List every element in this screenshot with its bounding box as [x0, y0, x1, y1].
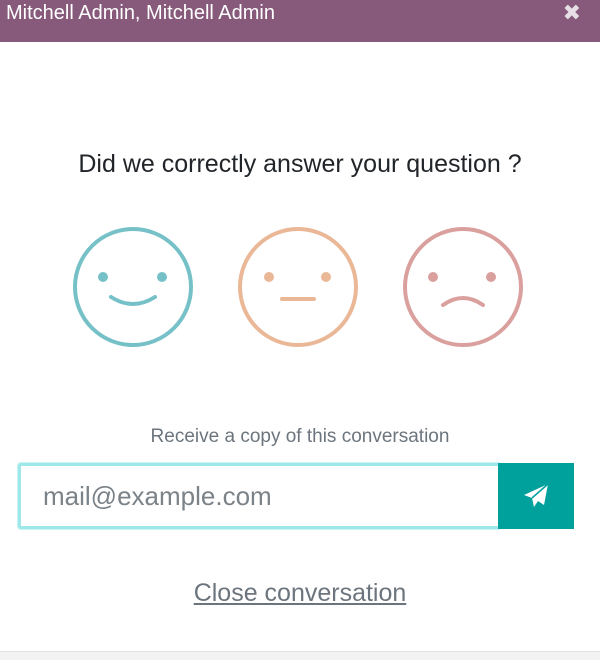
send-transcript-button[interactable]	[498, 463, 574, 529]
paper-plane-icon	[524, 483, 549, 507]
close-conversation-link[interactable]: Close conversation	[0, 579, 600, 608]
rating-question: Did we correctly answer your question ?	[78, 150, 522, 178]
chat-window-title: Mitchell Admin, Mitchell Admin	[6, 2, 275, 24]
happy-face-icon	[73, 227, 193, 347]
rating-neutral-button[interactable]	[236, 225, 360, 349]
transcript-label: Receive a copy of this conversation	[150, 426, 450, 447]
sad-face-icon	[403, 227, 523, 347]
chat-window-header: Mitchell Admin, Mitchell Admin ✖	[0, 0, 600, 42]
close-icon[interactable]: ✖	[563, 1, 581, 25]
rating-sad-button[interactable]	[401, 225, 525, 349]
rating-happy-button[interactable]	[71, 225, 195, 349]
email-field-wrapper	[18, 463, 501, 529]
neutral-face-icon	[238, 227, 358, 347]
email-field[interactable]	[21, 466, 498, 526]
